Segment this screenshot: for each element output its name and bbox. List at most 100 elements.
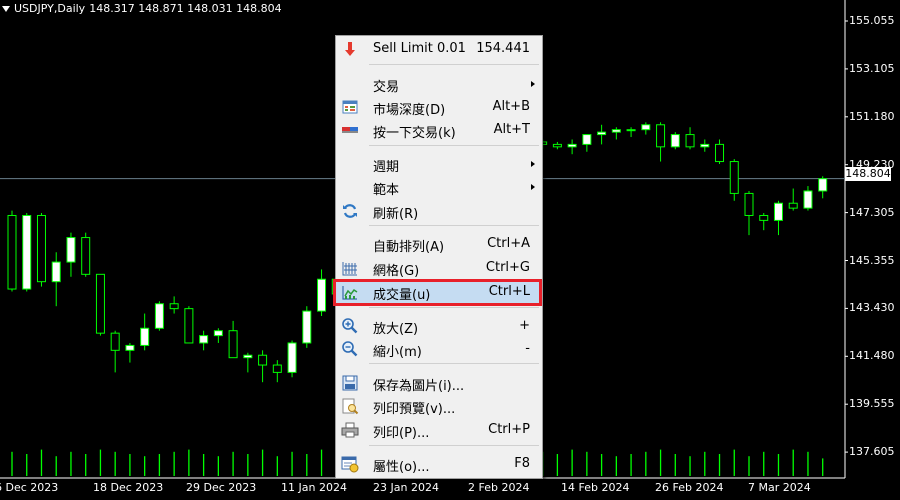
price-label: 137.605 xyxy=(849,445,895,459)
price-label: 151.180 xyxy=(849,109,895,123)
bear-candle xyxy=(744,192,754,216)
submenu-arrow-icon xyxy=(531,161,535,167)
bull-candle xyxy=(611,129,621,133)
bear-candle xyxy=(228,330,238,359)
price-label: 143.430 xyxy=(849,301,895,315)
bear-candle xyxy=(110,332,120,351)
menu-item-template[interactable]: 範本 xyxy=(336,175,542,198)
menu-item-zoom-in[interactable]: 放大(Z) + xyxy=(336,314,542,337)
bear-candle xyxy=(759,214,769,221)
time-label: 26 Feb 2024 xyxy=(655,481,724,494)
submenu-arrow-icon xyxy=(531,184,535,190)
menu-item-print-preview[interactable]: 列印預覽(v)... xyxy=(336,394,542,417)
bull-candle xyxy=(22,214,32,290)
menu-item-auto-arrange[interactable]: 自動排列(A) Ctrl+A xyxy=(336,232,542,255)
time-label: 14 Feb 2024 xyxy=(561,481,630,494)
time-label: 29 Dec 2023 xyxy=(186,481,257,494)
bear-candle xyxy=(184,308,194,344)
bear-candle xyxy=(258,354,268,366)
menu-item-save-picture[interactable]: 保存為圖片(i)... xyxy=(336,371,542,394)
bear-candle xyxy=(36,214,46,283)
dropdown-triangle-icon[interactable] xyxy=(2,5,10,12)
price-label: 145.355 xyxy=(849,253,895,267)
bull-candle xyxy=(670,134,680,148)
properties-icon xyxy=(341,456,359,473)
submenu-arrow-icon xyxy=(531,81,535,87)
market-depth-icon xyxy=(342,100,358,114)
bull-candle xyxy=(818,178,828,192)
symbol-header: USDJPY,Daily 148.317 148.871 148.031 148… xyxy=(2,2,282,15)
menu-item-zoom-out[interactable]: 縮小(m) - xyxy=(336,337,542,360)
print-preview-icon xyxy=(342,398,359,415)
bear-candle xyxy=(729,161,739,194)
grid-icon xyxy=(342,262,357,276)
bull-candle xyxy=(597,131,607,136)
bear-candle xyxy=(715,143,725,163)
print-icon xyxy=(341,422,359,438)
menu-item-one-click-trading[interactable]: 按一下交易(k) Alt+T xyxy=(336,118,542,141)
save-picture-icon xyxy=(342,375,358,391)
bull-candle xyxy=(641,124,651,131)
bull-candle xyxy=(125,344,135,351)
time-label: 6 Dec 2023 xyxy=(0,481,59,494)
bear-candle xyxy=(788,202,798,209)
menu-separator xyxy=(369,64,539,65)
menu-item-market-depth[interactable]: 市場深度(D) Alt+B xyxy=(336,95,542,118)
bear-candle xyxy=(95,273,105,334)
bull-candle xyxy=(51,261,61,283)
bull-candle xyxy=(199,335,209,344)
time-label: 7 Mar 2024 xyxy=(748,481,811,494)
menu-separator xyxy=(369,445,539,446)
bear-candle xyxy=(685,134,695,148)
time-label: 11 Jan 2024 xyxy=(281,481,347,494)
menu-separator xyxy=(369,307,539,308)
zoom-in-icon xyxy=(342,318,358,334)
bull-candle xyxy=(700,143,710,148)
bear-candle xyxy=(552,143,562,148)
price-label: 139.555 xyxy=(849,397,895,411)
chart-window[interactable]: USDJPY,Daily 148.317 148.871 148.031 148… xyxy=(0,0,900,500)
price-label: 153.105 xyxy=(849,61,895,75)
menu-item-timeframes[interactable]: 週期 xyxy=(336,152,542,175)
price-label: 141.480 xyxy=(849,349,895,363)
symbol-info: USDJPY,Daily xyxy=(14,2,86,15)
menu-item-trading[interactable]: 交易 xyxy=(336,72,542,95)
bull-candle xyxy=(773,202,783,221)
bull-candle xyxy=(154,303,164,329)
bull-candle xyxy=(567,143,577,148)
context-menu[interactable]: Sell Limit 0.01 154.441 交易 市場深度(D) Alt+B… xyxy=(335,35,543,479)
menu-item-grid[interactable]: 網格(G) Ctrl+G xyxy=(336,256,542,279)
bear-candle xyxy=(272,364,282,373)
bull-candle xyxy=(803,190,813,209)
sell-arrow-icon xyxy=(345,42,355,56)
menu-item-sell-limit[interactable]: Sell Limit 0.01 154.441 xyxy=(336,37,542,60)
menu-separator xyxy=(369,225,539,226)
bull-candle xyxy=(317,278,327,312)
ohlc-values: 148.317 148.871 148.031 148.804 xyxy=(89,2,282,15)
bear-candle xyxy=(169,303,179,310)
time-label: 23 Jan 2024 xyxy=(373,481,439,494)
bull-candle xyxy=(66,237,76,263)
price-label: 147.305 xyxy=(849,205,895,219)
bull-candle xyxy=(213,330,223,337)
bull-candle xyxy=(140,327,150,346)
bull-candle xyxy=(626,129,636,132)
current-price-label: 148.804 xyxy=(845,167,891,181)
bull-candle xyxy=(582,134,592,145)
menu-item-properties[interactable]: 屬性(o)... F8 xyxy=(336,452,542,475)
menu-item-print[interactable]: 列印(P)... Ctrl+P xyxy=(336,418,542,441)
one-click-trading-icon xyxy=(342,127,358,133)
refresh-icon xyxy=(343,204,357,218)
highlight-box xyxy=(333,279,542,306)
price-label: 155.055 xyxy=(849,14,895,27)
zoom-out-icon xyxy=(342,341,358,357)
bear-candle xyxy=(656,124,666,148)
bull-candle xyxy=(243,354,253,359)
menu-item-refresh[interactable]: 刷新(R) xyxy=(336,199,542,222)
bull-candle xyxy=(302,310,312,344)
bull-candle xyxy=(287,342,297,373)
time-label: 18 Dec 2023 xyxy=(93,481,164,494)
bear-candle xyxy=(81,237,91,275)
menu-separator xyxy=(369,363,539,364)
time-label: 2 Feb 2024 xyxy=(468,481,530,494)
